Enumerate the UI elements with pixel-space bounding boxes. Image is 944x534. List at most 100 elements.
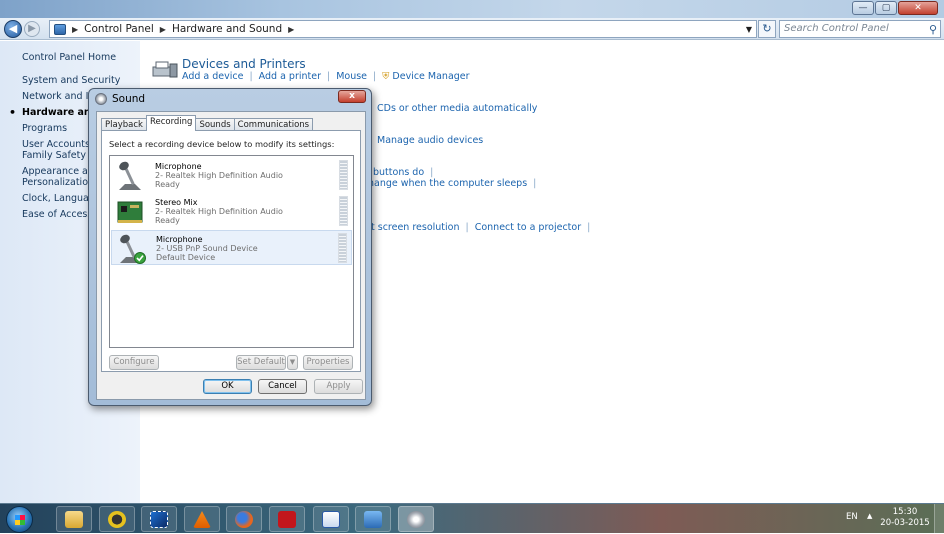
dialog-title: Sound xyxy=(112,93,146,105)
power-buttons-link: buttons do | xyxy=(373,167,434,178)
breadcrumb-control-panel[interactable]: Control Panel xyxy=(84,23,154,35)
ok-button[interactable]: OK xyxy=(203,379,252,394)
set-default-button[interactable]: Set Default xyxy=(236,355,286,370)
camtasia-icon xyxy=(108,511,126,528)
sound-dialog: Sound x Playback Recording Sounds Commun… xyxy=(88,88,372,406)
device-info: Microphone 2- Realtek High Definition Au… xyxy=(155,162,283,189)
microphone-default-icon xyxy=(120,234,146,264)
sleep-link: hange when the computer sleeps | xyxy=(368,178,537,189)
close-button[interactable]: ✕ xyxy=(898,1,938,15)
firefox-icon xyxy=(235,511,253,528)
device-driver: 2- Realtek High Definition Audio xyxy=(155,207,283,216)
add-a-device-link[interactable]: Add a device xyxy=(182,71,243,82)
list-item[interactable]: Microphone 2- Realtek High Definition Au… xyxy=(111,158,352,193)
clock-time: 15:30 xyxy=(892,507,918,517)
sound-icon xyxy=(407,511,425,528)
breadcrumb-hardware-and-sound[interactable]: Hardware and Sound xyxy=(172,23,282,35)
window-controls: — ▢ ✕ xyxy=(852,1,938,15)
sidebar-item-system-and-security[interactable]: System and Security xyxy=(0,75,140,86)
add-a-printer-link[interactable]: Add a printer xyxy=(259,71,321,82)
control-panel-icon xyxy=(54,23,66,35)
forward-button[interactable]: ▶ xyxy=(24,21,40,37)
connect-to-projector-link[interactable]: Connect to a projector xyxy=(475,222,581,233)
window-title-bar: — ▢ ✕ xyxy=(0,0,944,18)
device-manager-link[interactable]: Device Manager xyxy=(392,71,469,82)
screen-resolution-link[interactable]: t screen resolution xyxy=(371,222,460,233)
taskbar-acrobat[interactable] xyxy=(269,506,305,532)
taskbar-vlc[interactable] xyxy=(184,506,220,532)
system-clock[interactable]: 15:30 20-03-2015 xyxy=(880,507,930,529)
device-info: Stereo Mix 2- Realtek High Definition Au… xyxy=(155,198,283,225)
devices-and-printers-heading[interactable]: Devices and Printers xyxy=(182,57,306,71)
devices-and-printers-links: Add a device | Add a printer | Mouse | ⛨ Devic… xyxy=(182,71,470,82)
list-item[interactable]: Stereo Mix 2- Realtek High Definition Au… xyxy=(111,194,352,229)
manage-audio-devices-link[interactable]: Manage audio devices xyxy=(377,135,483,146)
search-icon[interactable]: ⚲ xyxy=(929,22,937,38)
show-hidden-icons-button[interactable]: ▲ xyxy=(867,512,872,520)
device-status: Ready xyxy=(155,180,180,189)
search-placeholder: Search Control Panel xyxy=(784,23,889,34)
device-list[interactable]: Microphone 2- Realtek High Definition Au… xyxy=(109,155,354,348)
set-default-dropdown-button[interactable]: ▼ xyxy=(287,355,298,370)
breadcrumb[interactable]: ▶ Control Panel ▶ Hardware and Sound ▶ ▼ xyxy=(49,20,757,38)
properties-button[interactable]: Properties xyxy=(303,355,353,370)
display-links: t screen resolution | Connect to a project… xyxy=(371,222,591,233)
explorer-icon xyxy=(65,511,83,528)
taskbar-camtasia[interactable] xyxy=(99,506,135,532)
sidebar-item-control-panel-home[interactable]: Control Panel Home xyxy=(0,52,140,63)
language-indicator[interactable]: EN xyxy=(846,512,858,522)
search-input[interactable]: Search Control Panel ⚲ xyxy=(779,20,941,38)
chevron-right-icon[interactable]: ▶ xyxy=(160,25,166,34)
back-button[interactable]: ◀ xyxy=(4,20,22,38)
dropdown-arrow-icon[interactable]: ▼ xyxy=(746,25,752,34)
taskbar-firefox[interactable] xyxy=(226,506,262,532)
level-meter xyxy=(339,160,348,190)
maximize-button[interactable]: ▢ xyxy=(875,1,897,15)
dialog-close-button[interactable]: x xyxy=(338,90,366,103)
mouse-link[interactable]: Mouse xyxy=(336,71,367,82)
instruction-text: Select a recording device below to modif… xyxy=(109,139,335,149)
cancel-button[interactable]: Cancel xyxy=(258,379,307,394)
chevron-right-icon[interactable]: ▶ xyxy=(288,25,294,34)
minimize-button[interactable]: — xyxy=(852,1,874,15)
device-name: Microphone xyxy=(156,235,203,244)
device-status: Default Device xyxy=(156,253,216,262)
device-name: Stereo Mix xyxy=(155,198,198,207)
device-name: Microphone xyxy=(155,162,202,171)
microphone-icon xyxy=(119,161,141,190)
show-desktop-button[interactable] xyxy=(934,504,944,534)
level-meter xyxy=(338,233,347,263)
power-buttons-link-text[interactable]: buttons do xyxy=(373,167,424,178)
apply-button[interactable]: Apply xyxy=(314,379,363,394)
taskbar-explorer[interactable] xyxy=(56,506,92,532)
device-driver: 2- USB PnP Sound Device xyxy=(156,244,258,253)
clock-date: 20-03-2015 xyxy=(880,518,930,528)
refresh-button[interactable]: ↻ xyxy=(758,20,776,38)
list-item[interactable]: Microphone 2- USB PnP Sound Device Defau… xyxy=(111,230,352,265)
taskbar-sound[interactable] xyxy=(398,506,434,532)
taskbar-control-panel[interactable] xyxy=(355,506,391,532)
word-icon xyxy=(322,511,340,528)
vlc-icon xyxy=(193,511,211,528)
control-panel-icon xyxy=(364,511,382,528)
tab-recording[interactable]: Recording xyxy=(145,115,197,131)
device-info: Microphone 2- USB PnP Sound Device Defau… xyxy=(156,235,258,262)
address-bar: ◀ ▶ ▶ Control Panel ▶ Hardware and Sound… xyxy=(0,18,944,40)
level-meter xyxy=(339,196,348,226)
taskbar: EN ▲ 15:30 20-03-2015 xyxy=(0,503,944,534)
acrobat-icon xyxy=(278,511,296,528)
tab-strip: Playback Recording Sounds Communications xyxy=(101,115,314,131)
autoplay-link[interactable]: CDs or other media automatically xyxy=(377,103,537,114)
start-button[interactable] xyxy=(6,506,33,533)
device-status: Ready xyxy=(155,216,180,225)
shield-icon: ⛨ xyxy=(382,71,390,82)
configure-button[interactable]: Configure xyxy=(109,355,159,370)
sound-card-icon xyxy=(117,201,143,223)
speaker-icon xyxy=(95,93,107,105)
taskbar-video-editor[interactable] xyxy=(141,506,177,532)
chevron-down-icon: ▼ xyxy=(289,358,296,366)
recording-tab-panel: Select a recording device below to modif… xyxy=(101,130,361,372)
chevron-right-icon[interactable]: ▶ xyxy=(72,25,78,34)
taskbar-word[interactable] xyxy=(313,506,349,532)
sleep-link-text[interactable]: hange when the computer sleeps xyxy=(368,178,527,189)
